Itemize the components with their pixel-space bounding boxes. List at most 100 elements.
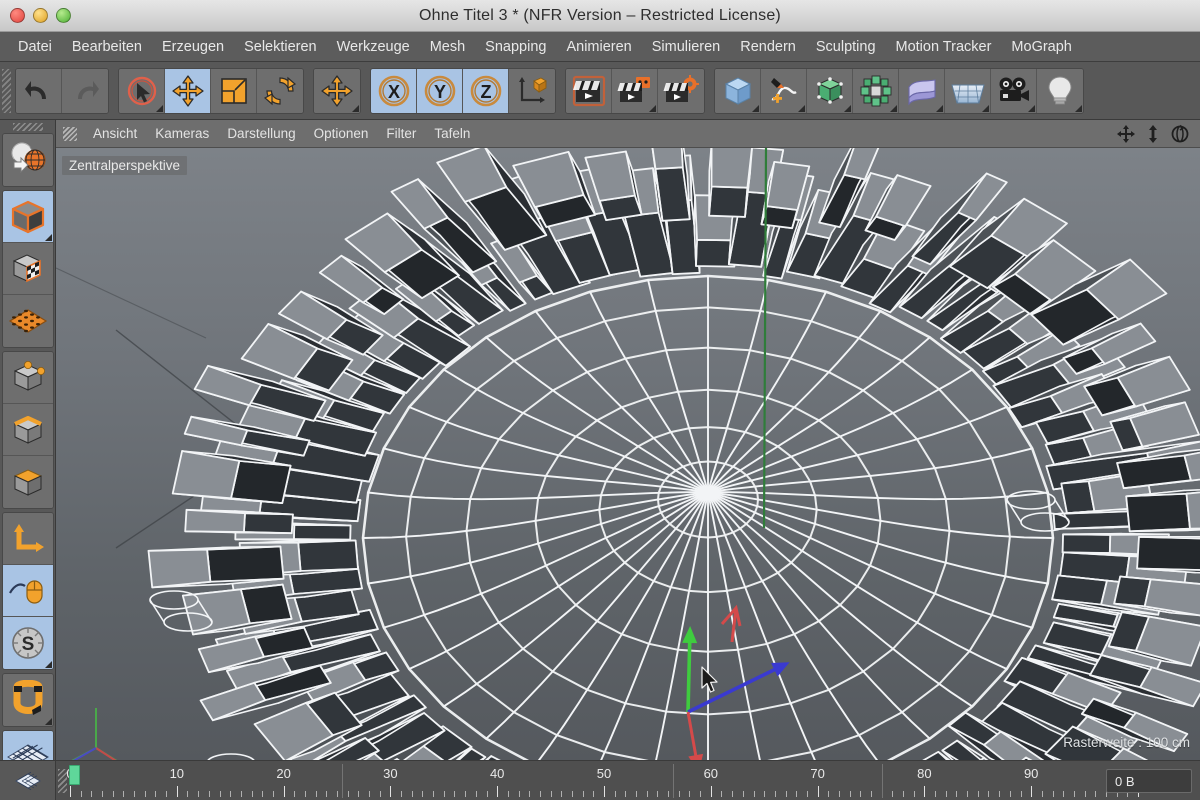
timeline-tick bbox=[262, 791, 264, 797]
timeline-tick bbox=[764, 791, 766, 797]
lock-z-axis-button[interactable]: Z bbox=[463, 68, 509, 113]
live-selection-button[interactable] bbox=[119, 68, 165, 113]
viewport-menu-optionen[interactable]: Optionen bbox=[305, 125, 378, 142]
timeline-tick-label: 70 bbox=[810, 766, 825, 781]
points-mode-button[interactable] bbox=[2, 352, 53, 404]
left-group-convert bbox=[1, 133, 54, 187]
viewport-menu-ansicht[interactable]: Ansicht bbox=[84, 125, 146, 142]
workplane-mode-button[interactable] bbox=[2, 295, 53, 347]
timeline-tick bbox=[614, 791, 616, 797]
rotate-tool-button[interactable] bbox=[257, 68, 303, 113]
scale-tool-button[interactable] bbox=[211, 68, 257, 113]
viewport-menu-darstellung[interactable]: Darstellung bbox=[218, 125, 304, 142]
timeline-tick bbox=[70, 786, 71, 797]
move-tool-button[interactable] bbox=[165, 68, 211, 113]
viewport-menu-filter[interactable]: Filter bbox=[377, 125, 425, 142]
toolbar-grip[interactable] bbox=[2, 68, 11, 113]
primitives-button[interactable] bbox=[715, 68, 761, 113]
flyout-corner bbox=[352, 104, 359, 112]
lock-x-axis-button[interactable]: X bbox=[371, 68, 417, 113]
viewport-lock-button[interactable] bbox=[2, 565, 53, 617]
timeline-tick-label: 30 bbox=[383, 766, 398, 781]
timeline-tick bbox=[1095, 791, 1097, 797]
menu-erzeugen[interactable]: Erzeugen bbox=[152, 37, 234, 57]
menu-rendern[interactable]: Rendern bbox=[730, 37, 806, 57]
spline-button[interactable] bbox=[761, 68, 807, 113]
scene-objects-button[interactable] bbox=[945, 68, 991, 113]
menu-datei[interactable]: Datei bbox=[8, 37, 62, 57]
timeline-tick bbox=[91, 791, 93, 797]
viewport-menu-grip[interactable] bbox=[63, 126, 77, 141]
menu-motion-tracker[interactable]: Motion Tracker bbox=[886, 37, 1002, 57]
timeline-tick bbox=[401, 791, 403, 797]
timeline-tick bbox=[871, 791, 872, 797]
timeline-tick bbox=[625, 791, 627, 797]
timeline-separator bbox=[342, 764, 344, 798]
render-view-button[interactable] bbox=[566, 68, 612, 113]
texture-mode-button[interactable] bbox=[2, 243, 53, 295]
timeline-tick bbox=[337, 791, 338, 797]
timeline-tick bbox=[358, 791, 360, 797]
svg-text:S: S bbox=[21, 634, 34, 655]
edges-mode-icon bbox=[13, 415, 42, 444]
render-settings-button[interactable] bbox=[658, 68, 704, 113]
timeline-tick bbox=[860, 791, 862, 797]
timeline-playhead[interactable] bbox=[69, 765, 80, 785]
timeline-tick-label: 60 bbox=[703, 766, 719, 781]
viewport-orbit-button[interactable] bbox=[1168, 122, 1192, 146]
object-mode-button[interactable] bbox=[2, 191, 53, 243]
timeline-tick bbox=[668, 791, 670, 797]
menu-mesh[interactable]: Mesh bbox=[420, 37, 475, 57]
menu-werkzeuge[interactable]: Werkzeuge bbox=[327, 37, 420, 57]
timeline-tick bbox=[347, 791, 349, 797]
undo-button[interactable] bbox=[16, 68, 62, 113]
toolbar-group-transform bbox=[118, 67, 304, 114]
workplane-mode-icon bbox=[8, 309, 47, 333]
viewport-menu-tafeln[interactable]: Tafeln bbox=[425, 125, 479, 142]
snap-toggle-button[interactable]: S bbox=[2, 617, 53, 669]
redo-button[interactable] bbox=[62, 68, 108, 113]
spline-generators-button[interactable] bbox=[853, 68, 899, 113]
move-alt-button[interactable] bbox=[314, 68, 360, 113]
timeline-separator bbox=[673, 764, 675, 798]
render-settings-icon bbox=[663, 74, 699, 102]
menu-bearbeiten[interactable]: Bearbeiten bbox=[62, 37, 152, 57]
timeline-tick bbox=[465, 791, 467, 797]
menu-sculpting[interactable]: Sculpting bbox=[806, 37, 886, 57]
object-mode-icon bbox=[11, 200, 44, 233]
polygons-mode-button[interactable] bbox=[2, 456, 53, 508]
timeline-tick bbox=[529, 791, 531, 797]
menu-selektieren[interactable]: Selektieren bbox=[234, 37, 327, 57]
lock-y-axis-button[interactable]: Y bbox=[417, 68, 463, 113]
viewport-dolly-button[interactable] bbox=[1141, 122, 1165, 146]
timeline-tick bbox=[411, 791, 413, 797]
timeline-tick bbox=[646, 791, 648, 797]
timeline-tick bbox=[369, 791, 371, 797]
timeline-tick-label: 90 bbox=[1023, 766, 1039, 781]
timeline-ruler[interactable]: 0102030405060708090100 bbox=[66, 761, 1149, 800]
edges-mode-button[interactable] bbox=[2, 404, 53, 456]
menu-snapping[interactable]: Snapping bbox=[475, 37, 556, 57]
viewport-panel: Ansicht Kameras Darstellung Optionen Fil… bbox=[56, 120, 1200, 760]
viewport-3d[interactable]: Zentralperspektive Rasterweite : 100 cm … bbox=[56, 148, 1200, 760]
timeline-tick bbox=[443, 791, 445, 797]
viewport-menu-kameras[interactable]: Kameras bbox=[146, 125, 218, 142]
axis-mode-button[interactable] bbox=[2, 513, 53, 565]
magnet-button[interactable] bbox=[2, 674, 53, 726]
timeline-tick bbox=[1041, 791, 1043, 797]
generators-button[interactable] bbox=[807, 68, 853, 113]
menu-mograph[interactable]: MoGraph bbox=[1001, 37, 1081, 57]
camera-button[interactable] bbox=[991, 68, 1037, 113]
viewport-pan-button[interactable] bbox=[1114, 122, 1138, 146]
deformer-button[interactable] bbox=[899, 68, 945, 113]
menu-animieren[interactable]: Animieren bbox=[556, 37, 641, 57]
menu-simulieren[interactable]: Simulieren bbox=[642, 37, 731, 57]
timeline-tick bbox=[988, 791, 990, 797]
make-editable-button[interactable] bbox=[2, 134, 53, 186]
svg-text:Y: Y bbox=[433, 82, 445, 102]
coordinate-system-button[interactable] bbox=[509, 68, 555, 113]
left-toolbar-grip[interactable] bbox=[12, 123, 43, 131]
texture-mode-icon bbox=[12, 253, 41, 282]
light-button[interactable] bbox=[1037, 68, 1083, 113]
render-region-button[interactable] bbox=[612, 68, 658, 113]
